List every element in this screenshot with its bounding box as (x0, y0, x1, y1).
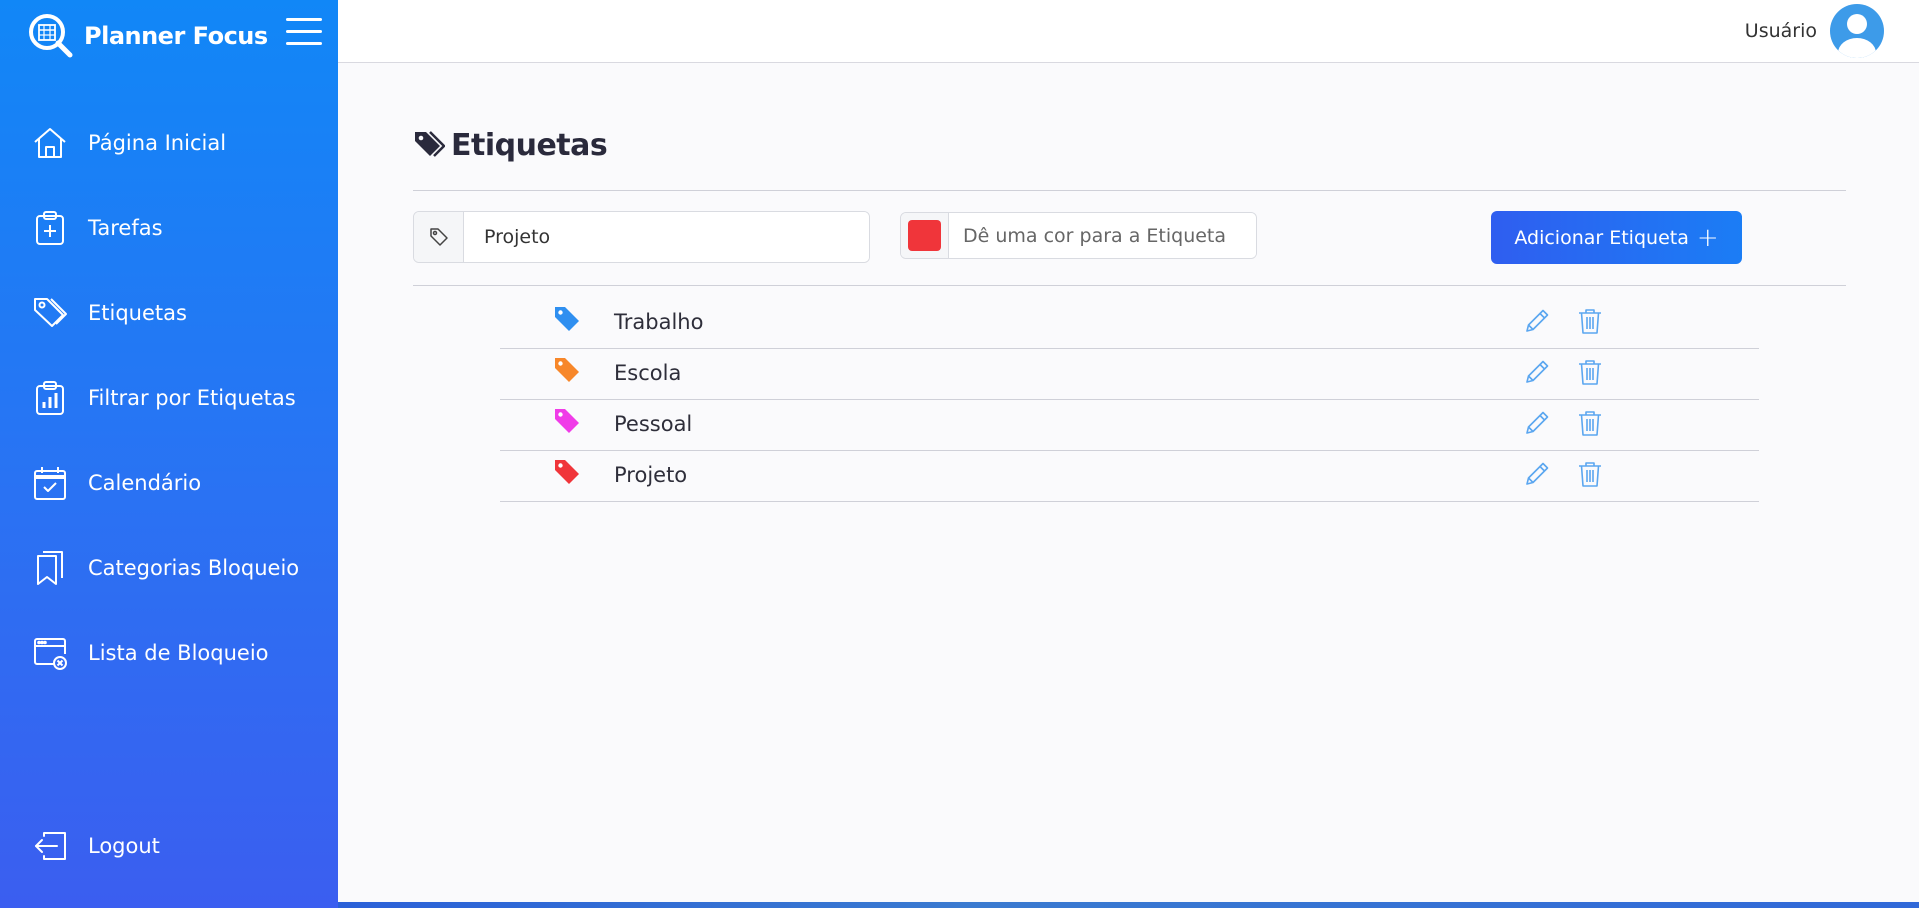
tag-icon (555, 358, 579, 382)
avatar[interactable] (1829, 3, 1885, 59)
brand-name: Planner Focus (84, 22, 268, 50)
page-header: Etiquetas (413, 100, 1846, 190)
tags-icon (34, 297, 67, 327)
sidebar-item-label: Tarefas (88, 215, 163, 240)
bottom-strip (338, 902, 1919, 908)
tag-icon (555, 307, 579, 331)
tags-icon (415, 131, 445, 157)
pencil-icon[interactable] (1523, 409, 1551, 437)
add-tag-button-label: Adicionar Etiqueta (1514, 226, 1689, 249)
page-title: Etiquetas (451, 127, 608, 163)
pencil-icon[interactable] (1523, 460, 1551, 488)
tag-icon (555, 460, 579, 484)
sidebar-item-label: Filtrar por Etiquetas (88, 385, 296, 410)
plus-icon: + (1696, 222, 1719, 253)
sidebar-item-filtrar-por-etiquetas[interactable]: Filtrar por Etiquetas (0, 355, 338, 440)
add-tag-button[interactable]: Adicionar Etiqueta + (1491, 211, 1742, 264)
tag-list: Trabalho Escola Pessoal Projeto (500, 298, 1759, 502)
sidebar: Planner Focus Página Inicial Tarefas Eti… (0, 0, 338, 908)
list-item: Trabalho (500, 298, 1759, 349)
tag-name-field (413, 211, 870, 263)
sidebar-item-label: Lista de Bloqueio (88, 640, 269, 665)
trash-icon[interactable] (1577, 358, 1603, 386)
color-swatch[interactable] (908, 220, 941, 251)
add-tag-form: Adicionar Etiqueta + (413, 191, 1846, 285)
tag-name: Escola (614, 361, 682, 385)
sidebar-item-categorias-bloqueio[interactable]: Categorias Bloqueio (0, 525, 338, 610)
pencil-icon[interactable] (1523, 358, 1551, 386)
logout-section: Logout (0, 803, 338, 888)
list-item: Projeto (500, 451, 1759, 502)
logout-button[interactable]: Logout (0, 803, 338, 888)
sidebar-item-calendario[interactable]: Calendário (0, 440, 338, 525)
sidebar-item-etiquetas[interactable]: Etiquetas (0, 270, 338, 355)
sidebar-nav: Página Inicial Tarefas Etiquetas Filtrar… (0, 100, 338, 695)
clipboard-chart-icon (36, 380, 64, 415)
sidebar-item-label: Etiquetas (88, 300, 187, 325)
tag-addon (414, 212, 464, 262)
home-icon (34, 127, 66, 158)
divider (413, 285, 1846, 286)
tag-name: Projeto (614, 463, 688, 487)
sidebar-item-lista-de-bloqueio[interactable]: Lista de Bloqueio (0, 610, 338, 695)
tag-color-input[interactable] (949, 213, 1256, 258)
tag-name-input[interactable] (464, 212, 869, 262)
main-content: Etiquetas Adicionar Etiqueta + (413, 100, 1846, 286)
planner-logo-icon (29, 14, 73, 58)
list-item: Escola (500, 349, 1759, 400)
clipboard-plus-icon (36, 210, 64, 245)
sidebar-item-pagina-inicial[interactable]: Página Inicial (0, 100, 338, 185)
tag-icon (555, 409, 579, 433)
trash-icon[interactable] (1577, 409, 1603, 437)
sidebar-item-tarefas[interactable]: Tarefas (0, 185, 338, 270)
tag-color-field (900, 212, 1257, 259)
tag-icon (429, 228, 448, 246)
trash-icon[interactable] (1577, 460, 1603, 488)
topbar: Usuário (338, 0, 1919, 63)
window-block-icon (34, 637, 67, 670)
sidebar-item-label: Categorias Bloqueio (88, 555, 300, 580)
logout-icon (35, 831, 66, 860)
tag-name: Trabalho (614, 310, 704, 334)
calendar-check-icon (34, 466, 66, 500)
trash-icon[interactable] (1577, 307, 1603, 335)
sidebar-item-label: Calendário (88, 470, 202, 495)
user-menu[interactable]: Usuário (1745, 3, 1885, 59)
menu-toggle-icon[interactable] (286, 18, 322, 50)
logout-label: Logout (88, 833, 160, 858)
color-picker[interactable] (901, 213, 949, 258)
bookmarks-icon (37, 550, 63, 585)
list-item: Pessoal (500, 400, 1759, 451)
sidebar-item-label: Página Inicial (88, 130, 227, 155)
tag-name: Pessoal (614, 412, 693, 436)
pencil-icon[interactable] (1523, 307, 1551, 335)
user-name: Usuário (1744, 20, 1817, 42)
brand[interactable]: Planner Focus (26, 10, 268, 62)
